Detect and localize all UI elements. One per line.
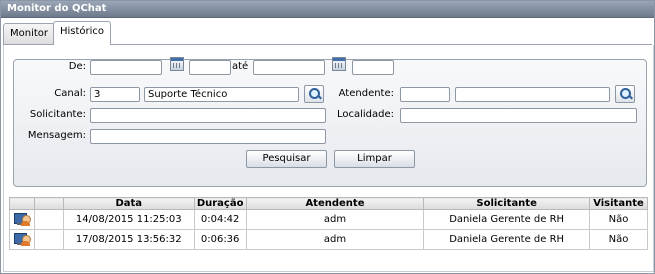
cell-visitante: Não <box>588 209 649 230</box>
cell-solicitante: Daniela Gerente de RH <box>423 209 590 230</box>
column-header-visitante[interactable]: Visitante <box>588 197 649 210</box>
ate-label: até <box>232 61 249 72</box>
history-table: Data Duração Atendente Solicitante Visit… <box>9 197 649 250</box>
pesquisar-button[interactable]: Pesquisar <box>246 150 327 168</box>
localidade-input[interactable] <box>400 108 637 123</box>
ate-time-input[interactable] <box>352 60 394 75</box>
mensagem-input[interactable] <box>90 129 326 144</box>
table-row[interactable]: 17/08/2015 13:56:32 0:06:36 adm Daniela … <box>9 229 649 250</box>
tab-monitor[interactable]: Monitor <box>3 23 56 44</box>
atendente-label: Atendente: <box>338 88 394 99</box>
qchat-monitor-window: Monitor do QChat Monitor Histórico De: a… <box>0 0 655 274</box>
localidade-label: Localidade: <box>336 109 394 120</box>
column-header-data[interactable]: Data <box>62 197 195 210</box>
ate-calendar-icon[interactable] <box>332 57 346 71</box>
cell-atendente: adm <box>245 229 425 250</box>
de-label: De: <box>68 61 86 72</box>
de-time-input[interactable] <box>189 60 231 75</box>
de-calendar-icon[interactable] <box>170 57 184 71</box>
chat-user-icon[interactable] <box>13 232 31 247</box>
ate-date-input[interactable] <box>253 60 325 75</box>
cell-atendente: adm <box>245 209 425 230</box>
cell-visitante: Não <box>588 229 649 250</box>
column-header-icon <box>9 197 35 210</box>
solicitante-input[interactable] <box>90 108 326 123</box>
mensagem-label: Mensagem: <box>27 130 86 141</box>
column-header-solicitante[interactable]: Solicitante <box>423 197 590 210</box>
cell-duracao: 0:06:36 <box>193 229 247 250</box>
window-title: Monitor do QChat <box>1 1 654 18</box>
table-header-row: Data Duração Atendente Solicitante Visit… <box>9 197 649 210</box>
limpar-button[interactable]: Limpar <box>334 150 415 168</box>
cell-data: 17/08/2015 13:56:32 <box>62 229 195 250</box>
atendente-name-input[interactable] <box>455 87 610 102</box>
cell-data: 14/08/2015 11:25:03 <box>62 209 195 230</box>
search-form: De: até Canal: 3 Suporte Técnico Atenden… <box>13 57 647 187</box>
de-date-input[interactable] <box>90 60 162 75</box>
cell-duracao: 0:04:42 <box>193 209 247 230</box>
atendente-search-button[interactable] <box>615 85 635 103</box>
atendente-code-input[interactable] <box>400 87 450 102</box>
tab-historico[interactable]: Histórico <box>53 21 112 45</box>
historico-panel: De: até Canal: 3 Suporte Técnico Atenden… <box>3 45 654 272</box>
column-header-duracao[interactable]: Duração <box>193 197 247 210</box>
table-row[interactable]: 14/08/2015 11:25:03 0:04:42 adm Daniela … <box>9 209 649 230</box>
chat-user-icon[interactable] <box>13 212 31 227</box>
canal-name-input[interactable]: Suporte Técnico <box>144 87 299 102</box>
canal-label: Canal: <box>54 88 86 99</box>
canal-code-input[interactable]: 3 <box>90 87 140 102</box>
column-header-atendente[interactable]: Atendente <box>245 197 425 210</box>
cell-solicitante: Daniela Gerente de RH <box>423 229 590 250</box>
column-header-blank <box>33 197 64 210</box>
solicitante-label: Solicitante: <box>29 109 86 120</box>
tab-bar: Monitor Histórico <box>3 21 652 45</box>
